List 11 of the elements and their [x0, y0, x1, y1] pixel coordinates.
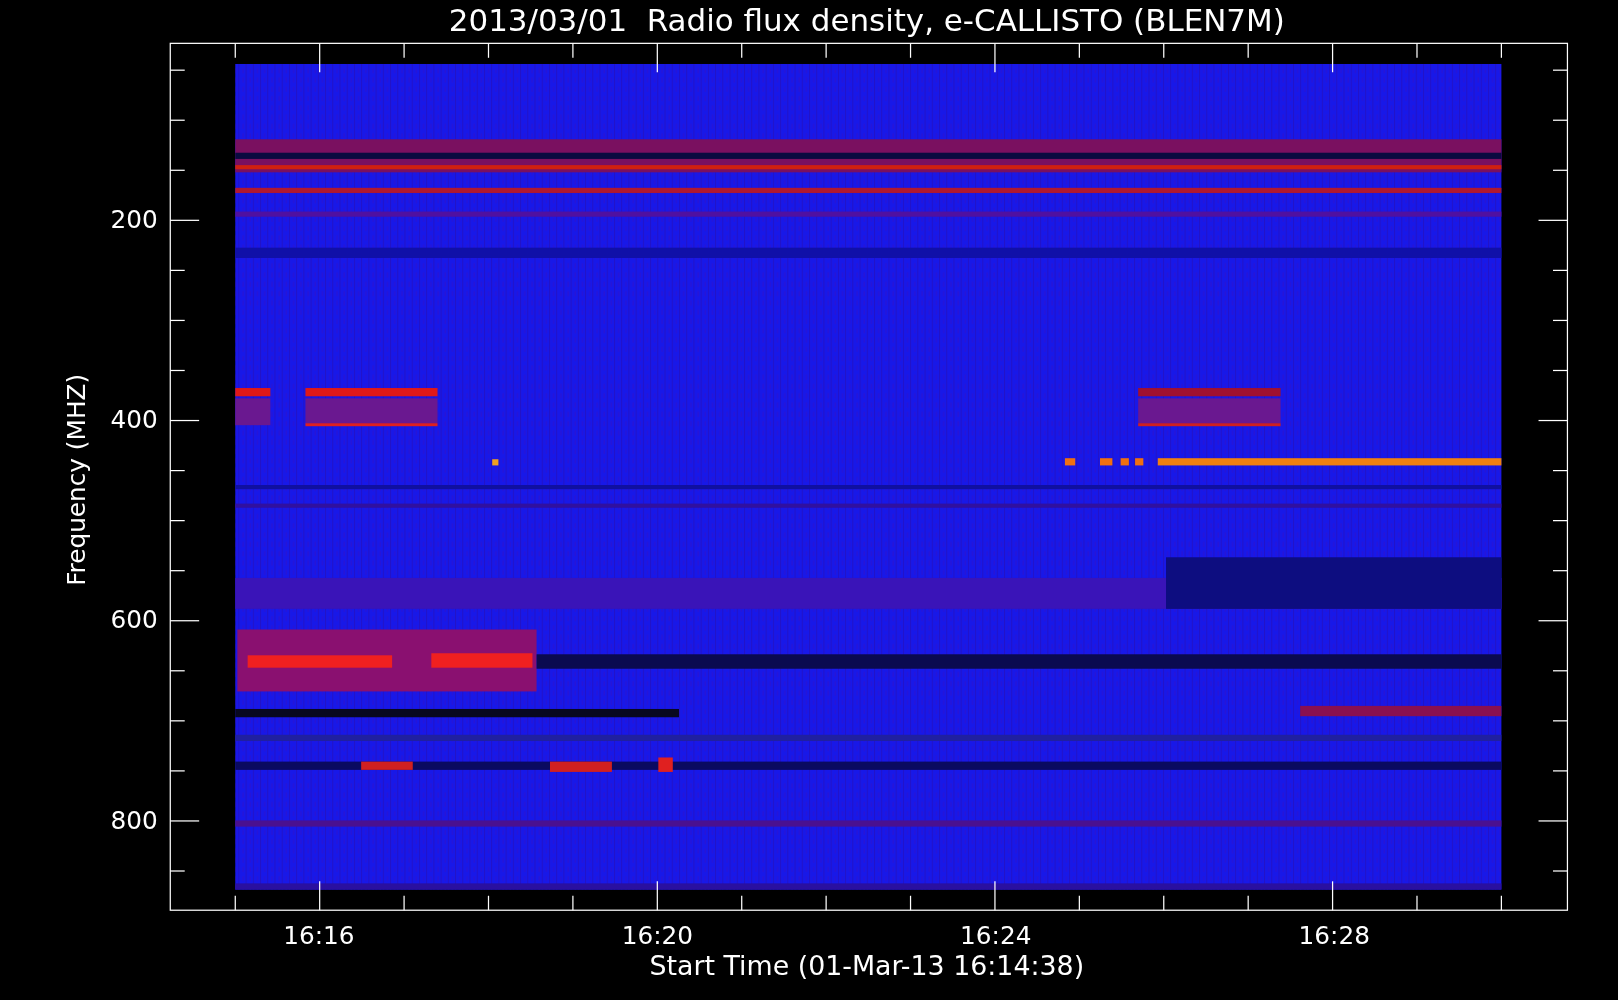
plot-title: 2013/03/01 Radio flux density, e-CALLISTO (BLEN7M)	[448, 1, 1285, 38]
tick-label: 600	[110, 605, 158, 635]
x-axis-label: Start Time (01-Mar-13 16:14:38)	[649, 950, 1085, 982]
y-axis-label: Frequency (MHZ)	[61, 373, 91, 586]
tick-label: 16:24	[960, 921, 1032, 951]
tick-label: 200	[110, 205, 158, 235]
tick-label: 16:28	[1298, 921, 1370, 951]
tick-label: 16:16	[283, 921, 355, 951]
tick-label: 16:20	[621, 921, 693, 951]
tick-label: 800	[110, 805, 158, 835]
tick-label: 400	[110, 405, 158, 435]
